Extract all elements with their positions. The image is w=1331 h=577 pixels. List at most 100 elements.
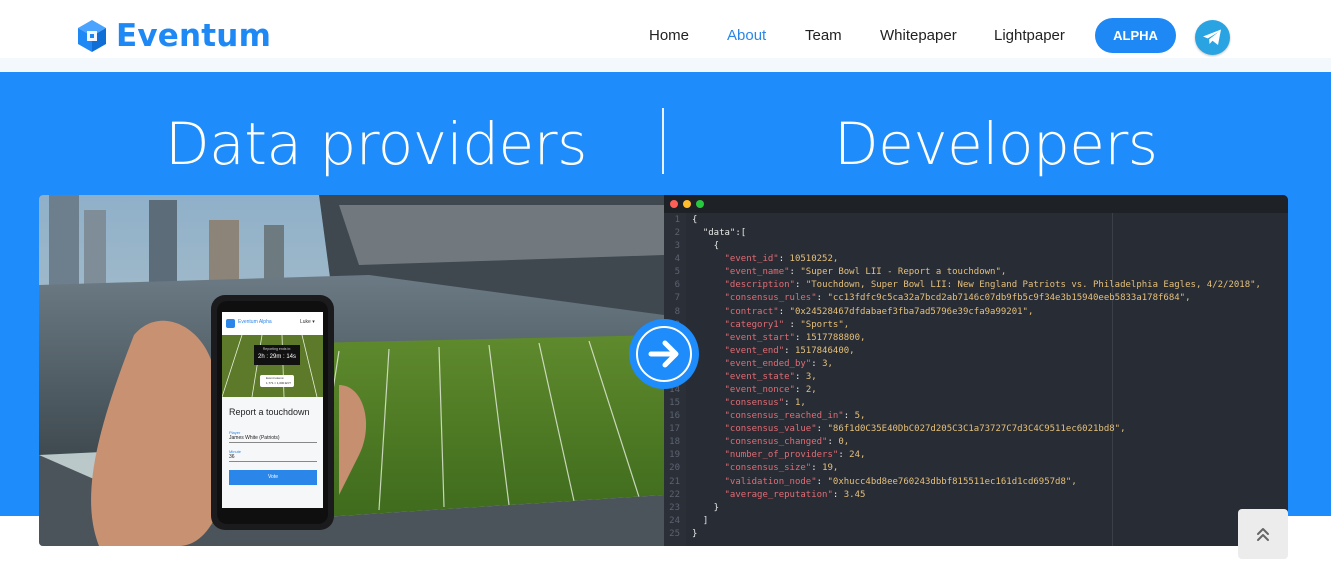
code-line: 12 "event_ended_by": 3, (664, 358, 1261, 371)
nav-about[interactable]: About (727, 27, 766, 44)
phone-question: Report a touchdown (229, 407, 310, 417)
json-key: "event_end" (724, 345, 785, 356)
json-value: 10510252, (789, 254, 839, 265)
code-line: 9 "category1" : "Sports", (664, 319, 1261, 332)
json-value: 1, (794, 398, 806, 409)
line-number: 2 (674, 228, 680, 239)
json-value: 1517846400, (794, 345, 855, 356)
window-close-dot-icon (670, 200, 678, 208)
nav-home[interactable]: Home (649, 27, 689, 44)
brand-logo[interactable]: Eventum (78, 18, 271, 54)
json-key: "event_id" (724, 254, 779, 265)
alpha-button[interactable]: ALPHA (1095, 18, 1176, 53)
nav-team[interactable]: Team (805, 27, 842, 44)
hero-divider (662, 108, 664, 174)
code-line: 15 "consensus": 1, (664, 397, 1261, 410)
line-number: 8 (674, 306, 680, 317)
line-number: 21 (669, 476, 680, 487)
line-number: 17 (669, 424, 680, 435)
line-number: 5 (674, 267, 680, 278)
code-line: 3 { (664, 240, 1261, 253)
telegram-button[interactable] (1195, 20, 1230, 55)
json-value: "0x24528467dfdabaef3fba7ad5796e39cfa9a99… (789, 306, 1034, 317)
code-line: 23 } (664, 502, 1261, 515)
json-key: "number_of_providers" (724, 450, 839, 461)
json-key: "consensus_rules" (724, 293, 817, 304)
phone-minute-underline (229, 461, 317, 462)
json-value: 19, (822, 463, 839, 474)
json-value: 3.45 (843, 489, 866, 500)
json-key: "contract" (724, 306, 779, 317)
line-number: 20 (669, 463, 680, 474)
phone-timer-label: Reporting ends in: (262, 347, 292, 351)
code-panel: 1{2 "data":[3 {4 "event_id": 10510252, 5 … (664, 195, 1288, 546)
json-punctuation: } (692, 528, 698, 539)
phone-token-value: 1,771 ≈ 1,000 EVT (266, 381, 291, 385)
window-minimize-dot-icon (683, 200, 691, 208)
json-punctuation: } (692, 502, 720, 513)
data-providers-heading: Data providers (165, 110, 587, 178)
phone-user-menu[interactable]: Luke ▾ (300, 319, 315, 325)
telegram-icon (1203, 29, 1221, 45)
line-number: 15 (669, 398, 680, 409)
phone-vote-button[interactable]: Vote (229, 470, 317, 485)
json-punctuation: { (692, 241, 720, 252)
json-key: "category1" (724, 319, 790, 330)
json-key: "event_state" (724, 371, 795, 382)
code-line: 18 "consensus_changed": 0, (664, 436, 1261, 449)
line-number: 4 (674, 254, 680, 265)
code-line: 7 "consensus_rules": "cc13fdfc9c5ca32a7b… (664, 292, 1261, 305)
phone-field-image: Reporting ends in: 2h : 29m : 14s Event … (222, 335, 323, 397)
phone-player-select[interactable]: James White (Patriots) (229, 435, 280, 441)
code-line: 20 "consensus_size": 19, (664, 462, 1261, 475)
json-key: "event_name" (724, 267, 790, 278)
code-line: 4 "event_id": 10510252, (664, 253, 1261, 266)
line-number: 25 (669, 528, 680, 539)
json-value: "cc13fdfc9c5ca32a7bcd2ab7146c07db9fb5c9f… (827, 293, 1191, 304)
json-value: 2, (805, 385, 817, 396)
code-line: 25} (664, 528, 1261, 541)
json-value: "86f1d0C35E40DbC027d205C3C1a73727C7d3C4C… (827, 424, 1126, 435)
phone-app-bar: Eventum Alpha Luke ▾ (222, 312, 323, 335)
line-number: 24 (669, 515, 680, 526)
phone-timer: Reporting ends in: 2h : 29m : 14s (254, 345, 300, 365)
json-value: 1517788800, (805, 332, 866, 343)
json-punctuation: { (692, 215, 698, 225)
phone-minute-select[interactable]: 36 (229, 454, 235, 460)
json-key: "event_start" (724, 332, 795, 343)
code-line: 6 "description": "Touchdown, Super Bowl … (664, 279, 1261, 292)
window-maximize-dot-icon (696, 200, 704, 208)
phone-app-logo-icon (226, 319, 235, 328)
scroll-to-top-button[interactable] (1238, 509, 1288, 559)
code-window-bar (664, 195, 1288, 213)
code-line: 10 "event_start": 1517788800, (664, 332, 1261, 345)
code-line: 8 "contract": "0x24528467dfdabaef3fba7ad… (664, 306, 1261, 319)
nav-lightpaper[interactable]: Lightpaper (994, 27, 1065, 44)
code-line: 24 ] (664, 515, 1261, 528)
json-key: "event_ended_by" (724, 358, 812, 369)
json-key: "event_nonce" (724, 385, 795, 396)
code-line: 16 "consensus_reached_in": 5, (664, 410, 1261, 423)
line-number: 1 (674, 215, 680, 225)
json-value: "Touchdown, Super Bowl LII: New England … (805, 280, 1261, 291)
json-value: "0xhucc4bd8ee760243dbbf815511ec161d1cd69… (827, 476, 1077, 487)
site-header: Eventum Home About Team Whitepaper Light… (0, 0, 1331, 58)
line-number: 16 (669, 411, 680, 422)
header-strip (0, 58, 1331, 72)
code-line: 14 "event_nonce": 2, (664, 384, 1261, 397)
json-key: "consensus_changed" (724, 437, 828, 448)
line-number: 22 (669, 489, 680, 500)
phone-screen: Eventum Alpha Luke ▾ Reporting ends in: … (222, 312, 323, 508)
code-line: 17 "consensus_value": "86f1d0C35E40DbC02… (664, 423, 1261, 436)
json-key: "consensus_size" (724, 463, 812, 474)
phone-app-brand: Eventum Alpha (238, 319, 272, 325)
code-line: 19 "number_of_providers": 24, (664, 449, 1261, 462)
json-value: "Super Bowl LII - Report a touchdown", (800, 267, 1007, 278)
phone-timer-value: 2h : 29m : 14s (257, 354, 297, 360)
json-key: "description" (724, 280, 795, 291)
code-line: 11 "event_end": 1517846400, (664, 345, 1261, 358)
json-key: "consensus_value" (724, 424, 817, 435)
nav-whitepaper[interactable]: Whitepaper (880, 27, 957, 44)
json-punctuation: "data":[ (692, 228, 747, 239)
line-number: 3 (674, 241, 680, 252)
